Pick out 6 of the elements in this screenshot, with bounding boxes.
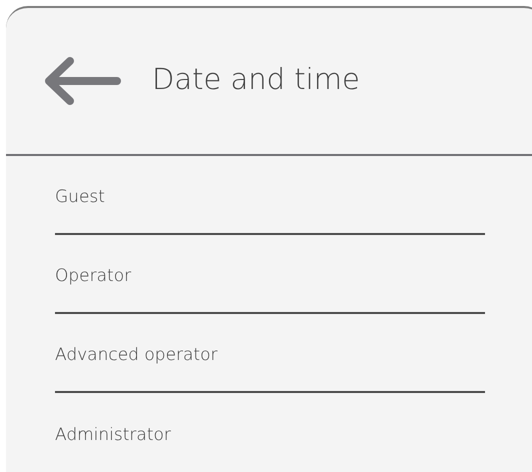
menu-item[interactable]: Guest (55, 184, 105, 210)
menu-item[interactable]: Operator (55, 264, 132, 290)
page-title: Date and time (152, 61, 360, 98)
menu-item[interactable]: Advanced operator (55, 342, 218, 368)
back-arrow-icon[interactable] (44, 57, 122, 105)
menu-item[interactable]: Administrator (55, 422, 171, 448)
